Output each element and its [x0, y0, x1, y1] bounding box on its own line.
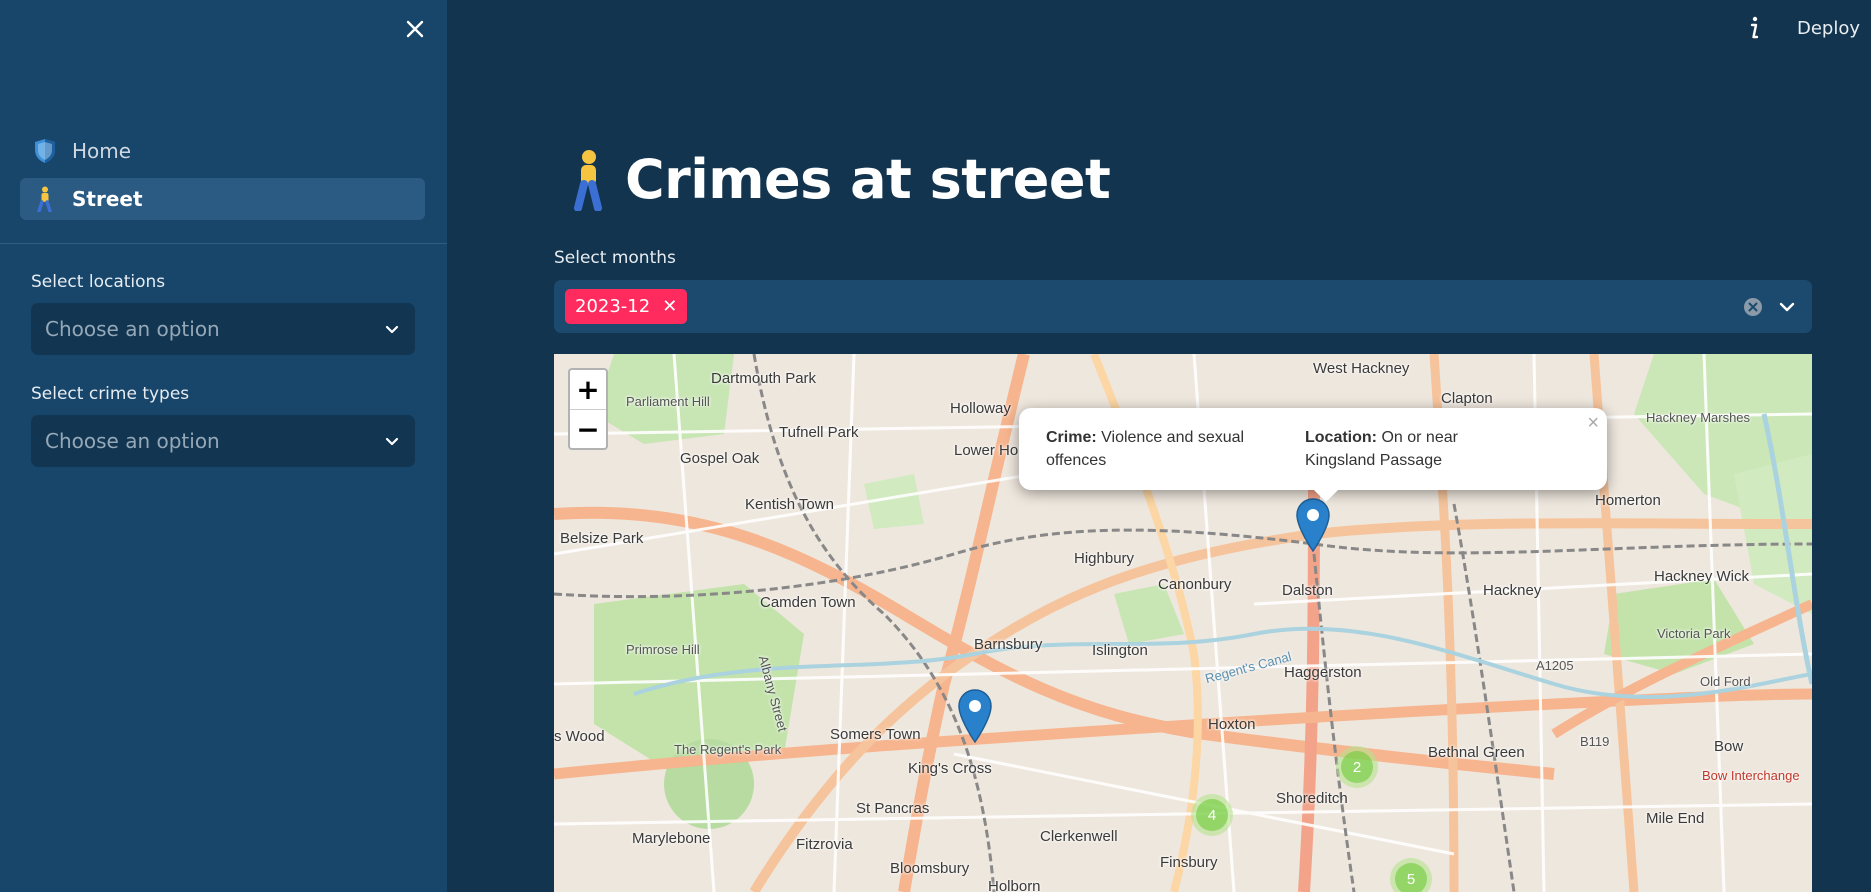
- map-place-label: Clapton: [1441, 390, 1493, 407]
- sidebar-item-label: Home: [72, 139, 132, 163]
- zoom-out-button[interactable]: −: [570, 410, 606, 449]
- map-place-label: Hackney Marshes: [1646, 410, 1751, 425]
- map-place-label: Finsbury: [1160, 854, 1218, 871]
- marker-cluster[interactable]: 4: [1191, 794, 1233, 836]
- map-place-label: Tufnell Park: [779, 424, 859, 441]
- zoom-in-button[interactable]: +: [570, 370, 606, 410]
- map-place-label: s Wood: [554, 728, 605, 745]
- map-place-label: B119: [1580, 734, 1610, 749]
- cluster-count: 2: [1341, 751, 1373, 783]
- map-place-label: Bow Interchange: [1702, 768, 1800, 783]
- deploy-button[interactable]: Deploy: [1797, 18, 1860, 39]
- map-place-label: Holborn: [988, 878, 1041, 892]
- sidebar-divider: [0, 243, 447, 244]
- cluster-count: 4: [1196, 799, 1228, 831]
- map-marker-icon[interactable]: [1296, 498, 1330, 552]
- chevron-down-icon: [385, 437, 399, 446]
- page-title: Crimes at street: [625, 148, 1111, 211]
- cluster-count: 5: [1395, 863, 1427, 892]
- map-popup: Crime: Violence and sexual offences Loca…: [1019, 408, 1607, 502]
- map-place-label: Homerton: [1595, 492, 1661, 509]
- map-place-label: Shoreditch: [1276, 790, 1348, 807]
- page-title-row: Crimes at street: [563, 148, 1111, 211]
- selected-month-chip: 2023-12 ✕: [565, 289, 688, 324]
- info-icon[interactable]: [1743, 14, 1765, 42]
- chip-label: 2023-12: [575, 296, 651, 317]
- map-place-label: Somers Town: [830, 726, 921, 743]
- months-select[interactable]: 2023-12 ✕: [554, 280, 1812, 333]
- marker-cluster[interactable]: 2: [1336, 746, 1378, 788]
- months-label: Select months: [554, 248, 676, 268]
- map-place-label: Kentish Town: [745, 496, 834, 513]
- crime-types-placeholder: Choose an option: [45, 429, 220, 453]
- popup-tip: [1312, 488, 1340, 502]
- map-place-label: Islington: [1092, 642, 1148, 659]
- map-place-label: Belsize Park: [560, 530, 644, 547]
- map-place-label: Marylebone: [632, 830, 711, 847]
- sidebar-item-street[interactable]: Street: [20, 178, 425, 220]
- clear-all-icon[interactable]: [1742, 296, 1764, 318]
- map-place-label: Canonbury: [1158, 576, 1232, 593]
- chevron-down-icon[interactable]: [1776, 296, 1798, 318]
- map-place-label: Clerkenwell: [1040, 828, 1118, 845]
- map-place-label: Mile End: [1646, 810, 1705, 827]
- popup-crime: Crime: Violence and sexual offences: [1046, 426, 1256, 472]
- map-marker-icon[interactable]: [958, 689, 992, 743]
- map[interactable]: Dartmouth Park Tufnell Park Holloway Low…: [554, 354, 1812, 892]
- crime-types-label: Select crime types: [31, 384, 190, 404]
- popup-location: Location: On or near Kingsland Passage: [1305, 426, 1515, 472]
- marker-cluster[interactable]: 5: [1390, 858, 1432, 892]
- sidebar-nav: Home Street: [20, 130, 425, 226]
- person-walking-icon: [574, 149, 602, 211]
- map-place-label: Lower Ho: [954, 442, 1019, 459]
- map-place-label: Bloomsbury: [890, 860, 970, 877]
- chevron-down-icon: [385, 325, 399, 334]
- map-place-label: Camden Town: [760, 594, 856, 611]
- map-place-label: Bethnal Green: [1428, 744, 1525, 761]
- map-place-label: Bow: [1714, 738, 1744, 755]
- map-place-label: St Pancras: [856, 800, 930, 817]
- map-place-label: Haggerston: [1284, 664, 1362, 681]
- sidebar-item-label: Street: [72, 187, 143, 211]
- map-place-label: Barnsbury: [974, 636, 1043, 653]
- map-place-label: Gospel Oak: [680, 450, 760, 467]
- person-walking-icon: [32, 186, 58, 212]
- map-place-label: West Hackney: [1313, 360, 1410, 377]
- locations-label: Select locations: [31, 272, 166, 292]
- map-place-label: Primrose Hill: [626, 642, 700, 657]
- sidebar: Home Street Select locations Choose an o…: [0, 0, 447, 892]
- map-place-label: A1205: [1536, 658, 1574, 673]
- map-place-label: Victoria Park: [1657, 626, 1731, 641]
- map-place-label: Hackney: [1483, 582, 1542, 599]
- locations-select[interactable]: Choose an option: [31, 303, 415, 355]
- map-place-label: Parliament Hill: [626, 394, 710, 409]
- map-place-label: Hoxton: [1208, 716, 1256, 733]
- map-place-label: Old Ford: [1700, 674, 1751, 689]
- map-place-label: Fitzrovia: [796, 836, 853, 853]
- map-place-label: King's Cross: [908, 760, 992, 777]
- map-place-label: The Regent's Park: [674, 742, 782, 757]
- sidebar-item-home[interactable]: Home: [20, 130, 425, 172]
- shield-icon: [32, 138, 58, 164]
- close-icon[interactable]: [402, 16, 428, 42]
- map-place-label: Hackney Wick: [1654, 568, 1750, 585]
- map-place-label: Dartmouth Park: [711, 370, 817, 387]
- locations-placeholder: Choose an option: [45, 317, 220, 341]
- popup-crime-key: Crime:: [1046, 429, 1097, 446]
- zoom-control: + −: [568, 368, 608, 450]
- map-place-label: Holloway: [950, 400, 1011, 417]
- map-place-label: Dalston: [1282, 582, 1333, 599]
- crime-types-select[interactable]: Choose an option: [31, 415, 415, 467]
- popup-close-button[interactable]: ×: [1587, 412, 1599, 435]
- remove-chip-icon[interactable]: ✕: [662, 296, 677, 317]
- map-place-label: Highbury: [1074, 550, 1135, 567]
- popup-location-key: Location:: [1305, 429, 1377, 446]
